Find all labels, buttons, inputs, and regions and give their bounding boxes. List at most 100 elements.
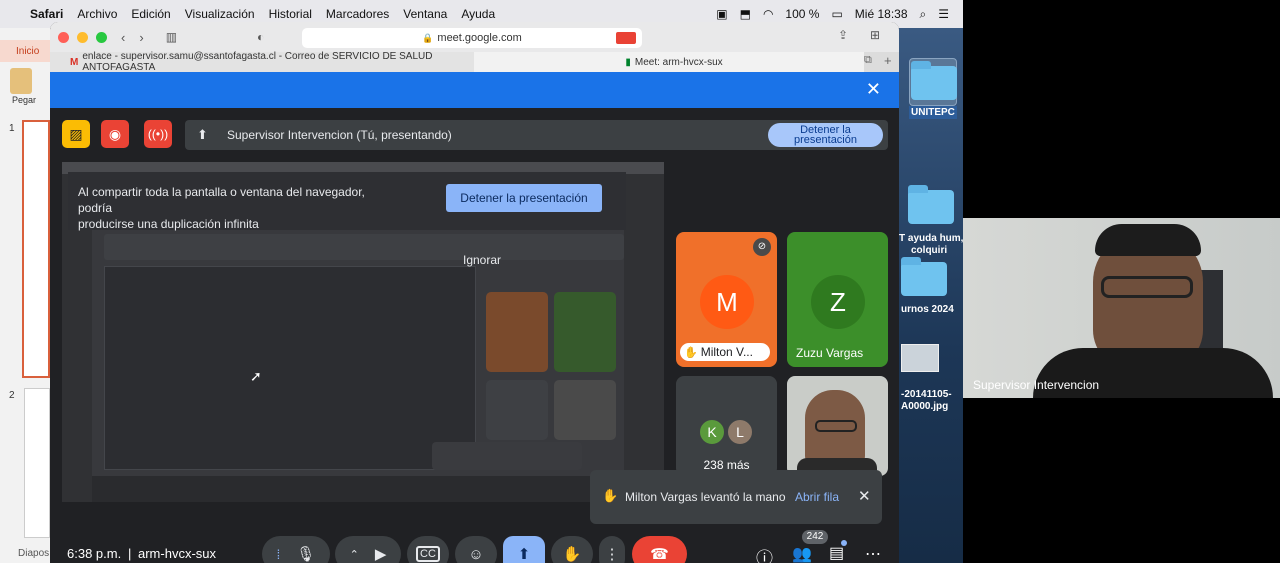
raised-hand-chip: ✋ Milton V... — [680, 343, 770, 361]
desktop-image-thumbnail[interactable] — [901, 344, 939, 372]
presenter-camera: Supervisor Intervencion — [963, 218, 1280, 398]
mirrored-preview — [104, 266, 476, 470]
people-count-badge: 242 — [802, 530, 828, 544]
menu-app-name[interactable]: Safari — [30, 7, 63, 21]
desktop-folder-ayuda[interactable] — [908, 185, 954, 224]
battery-icon[interactable]: ▭ — [831, 7, 842, 21]
tile-self-video[interactable] — [787, 376, 888, 476]
folder-icon — [908, 185, 954, 224]
mirrored-presenting-bar — [104, 234, 624, 260]
reactions-button[interactable]: ☺ — [455, 536, 497, 563]
tab-overview-icon[interactable]: ⊞ — [870, 28, 880, 42]
close-toast-icon[interactable]: ✕ — [858, 487, 871, 505]
warning-stop-presenting-button[interactable]: Detener la presentación — [446, 184, 602, 212]
folder-icon — [901, 257, 947, 296]
screen-mirror-icon[interactable]: ▣ — [716, 7, 727, 21]
tile-milton[interactable]: M ⊘ ✋ Milton V... — [676, 232, 777, 367]
slide-thumbnail-2[interactable] — [24, 388, 50, 538]
tile-more-participants[interactable]: K L 238 más — [676, 376, 777, 476]
leave-call-button[interactable]: ☎ — [632, 536, 687, 563]
menu-ayuda[interactable]: Ayuda — [461, 7, 495, 21]
live-stream-icon[interactable]: ((•)) — [144, 120, 172, 148]
audio-level-icon[interactable]: ⁞ — [277, 547, 281, 562]
present-button[interactable]: ⬆ — [503, 536, 545, 563]
tab-meet-title: Meet: arm-hvcx-sux — [634, 56, 723, 68]
warning-text-line2: producirse una duplicación infinita — [78, 217, 259, 231]
chevron-up-icon[interactable]: ⌃ — [350, 548, 359, 561]
powerpoint-window-edge: Inicio Pegar 1 2 Diapos — [0, 28, 50, 563]
tab-gmail[interactable]: M enlace - supervisor.samu@ssantofagasta… — [50, 51, 474, 73]
desktop-folder-turnos[interactable] — [901, 257, 947, 296]
meeting-info-icon[interactable]: ⓘ — [756, 544, 773, 563]
menu-marcadores[interactable]: Marcadores — [326, 7, 389, 21]
menu-clock[interactable]: Mié 18:38 — [855, 7, 908, 21]
avatar-l: L — [726, 418, 754, 446]
meet-main: ▨ ◉ ((•)) ⬆ Supervisor Intervencion (Tú,… — [50, 108, 899, 563]
raised-hand-toast: ✋ Milton Vargas levantó la mano Abrir fi… — [590, 470, 882, 524]
chat-unread-dot — [841, 540, 847, 546]
muted-mic-icon: ⊘ — [753, 238, 771, 256]
screen-share-icon[interactable] — [616, 32, 636, 44]
people-icon[interactable]: 👥 — [792, 544, 812, 563]
desktop-label-unitepc: UNITEPC — [909, 106, 957, 119]
tile-milton-name: Milton V... — [700, 345, 753, 359]
menu-historial[interactable]: Historial — [269, 7, 312, 21]
slide-number-1: 1 — [9, 123, 15, 134]
microphone-icon[interactable]: 🎙 — [296, 545, 315, 563]
share-icon[interactable]: ⇪ — [838, 28, 848, 42]
tab-groups-icon[interactable]: ⧉ — [864, 54, 872, 67]
zoom-window-button[interactable] — [96, 31, 107, 43]
paste-icon[interactable] — [10, 68, 32, 94]
wifi-icon[interactable]: ◠ — [763, 7, 773, 21]
tab-meet[interactable]: ▮ Meet: arm-hvcx-sux — [474, 52, 864, 72]
stop-presenting-button[interactable]: Detener la presentación — [768, 123, 883, 147]
more-options-button[interactable]: ⋮ — [599, 536, 625, 563]
warning-ignore-button[interactable]: Ignorar — [463, 253, 501, 267]
open-queue-link[interactable]: Abrir fila — [795, 490, 839, 504]
forward-arrow-icon[interactable]: › — [139, 30, 143, 45]
chat-icon[interactable]: ▤ — [829, 543, 844, 563]
presenter-hair — [1095, 224, 1201, 256]
warning-text-line1: Al compartir toda la pantalla o ventana … — [78, 185, 365, 215]
tile-zuzu[interactable]: Z Zuzu Vargas — [787, 232, 888, 367]
desktop-label-ayuda: T ayuda hum, — [899, 233, 964, 244]
meet-icon: ▮ — [625, 56, 631, 68]
camera-icon[interactable]: ▶ — [375, 545, 387, 563]
spotlight-search-icon[interactable]: ⌕ — [920, 7, 927, 22]
time-separator: | — [128, 546, 132, 561]
meeting-time: 6:38 p.m. — [67, 546, 122, 561]
presenting-bar: ⬆ Supervisor Intervencion (Tú, presentan… — [185, 120, 888, 150]
minimize-window-button[interactable] — [77, 31, 88, 43]
captions-button[interactable]: CC — [407, 536, 449, 563]
banner-bar: ✕ — [50, 72, 899, 108]
record-icon[interactable]: ◉ — [101, 120, 129, 148]
toast-text: Milton Vargas levantó la mano — [625, 490, 786, 504]
hand-icon: ✋ — [684, 346, 698, 359]
new-tab-icon[interactable]: + — [884, 53, 892, 68]
menu-archivo[interactable]: Archivo — [77, 7, 117, 21]
sidebar-toggle-icon[interactable]: ▥ — [166, 30, 177, 44]
hide-presentation-icon[interactable]: ▨ — [62, 120, 90, 148]
desktop-label-ayuda-2: colquiri — [911, 245, 948, 256]
stop-presenting-label-2: presentación — [794, 134, 857, 146]
close-window-button[interactable] — [58, 31, 69, 43]
captions-icon: CC — [416, 546, 440, 562]
menu-edicion[interactable]: Edición — [131, 7, 170, 21]
desktop-area: UNITEPC T ayuda hum, colquiri urnos 2024… — [899, 28, 963, 563]
slide-thumbnail-1[interactable] — [22, 120, 50, 378]
menu-visualizacion[interactable]: Visualización — [185, 7, 255, 21]
privacy-shield-icon[interactable]: ◐ — [257, 30, 264, 44]
present-screen-button-icon: ⬆ — [517, 546, 531, 563]
activities-grid-icon[interactable]: ⋯ — [865, 544, 881, 563]
control-icon[interactable]: ⬒ — [740, 7, 751, 21]
back-arrow-icon[interactable]: ‹ — [121, 30, 125, 45]
address-bar[interactable]: 🔒 meet.google.com — [302, 28, 642, 48]
desktop-folder-unitepc[interactable] — [909, 58, 957, 106]
ppt-tab-inicio[interactable]: Inicio — [0, 40, 50, 62]
address-url: meet.google.com — [437, 32, 522, 44]
raise-hand-button[interactable]: ✋ — [551, 536, 593, 563]
notification-center-icon[interactable]: ☰ — [938, 7, 949, 21]
close-banner-icon[interactable]: ✕ — [866, 79, 881, 100]
mirrored-notification — [432, 442, 582, 470]
menu-ventana[interactable]: Ventana — [403, 7, 447, 21]
